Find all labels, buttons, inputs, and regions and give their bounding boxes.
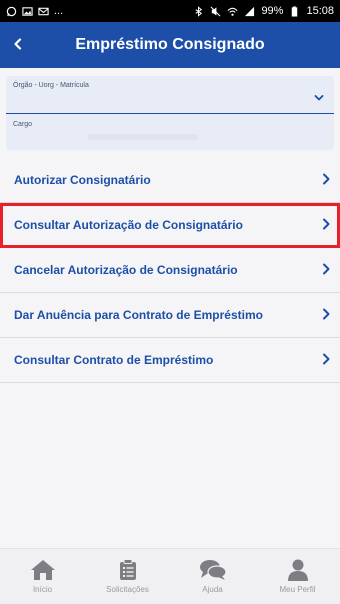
clock: 15:08 (306, 5, 334, 17)
back-button[interactable] (6, 32, 30, 56)
chat-icon (199, 560, 227, 580)
chevron-right-icon (323, 218, 330, 230)
chevron-down-icon (314, 95, 324, 101)
nav-label: Solicitações (106, 585, 149, 594)
battery-level: 99% (261, 5, 284, 17)
nav-ajuda[interactable]: Ajuda (173, 559, 253, 594)
chevron-right-icon (323, 173, 330, 185)
menu-list: Autorizar Consignatário Consultar Autori… (0, 158, 340, 383)
menu-item-dar-anuencia[interactable]: Dar Anuência para Contrato de Empréstimo (0, 293, 340, 338)
mail-icon (38, 7, 49, 15)
gallery-icon (22, 6, 33, 16)
chevron-right-icon (323, 353, 330, 365)
nav-label: Início (32, 585, 53, 594)
menu-item-label: Consultar Autorização de Consignatário (14, 218, 243, 232)
cargo-blurred-value (88, 134, 198, 140)
chevron-right-icon (323, 263, 330, 275)
nav-solicitacoes[interactable]: Solicitações (88, 559, 168, 594)
bluetooth-icon (195, 5, 203, 17)
battery-icon (292, 5, 298, 17)
cargo-field-label: Cargo (13, 121, 33, 128)
clipboard-icon (119, 559, 136, 580)
nav-meu-perfil[interactable]: Meu Perfil (258, 559, 338, 594)
orgao-field-label: Órgão - Uorg - Matrícula (13, 82, 89, 89)
menu-item-label: Dar Anuência para Contrato de Empréstimo (14, 308, 263, 322)
nav-label: Ajuda (202, 585, 223, 594)
menu-item-label: Autorizar Consignatário (14, 173, 151, 187)
status-right: 99% 15:08 (193, 5, 334, 17)
home-icon (30, 560, 55, 580)
filter-form: Órgão - Uorg - Matrícula Cargo (6, 76, 334, 150)
page-title: Empréstimo Consignado (75, 36, 265, 53)
menu-item-cancelar-autorizacao[interactable]: Cancelar Autorização de Consignatário (0, 248, 340, 293)
mute-icon (210, 6, 221, 16)
chevron-right-icon (323, 308, 330, 320)
bottom-nav: Início Solicitações Ajuda Meu Perfil (0, 548, 340, 604)
status-dots: ... (54, 5, 64, 17)
profile-icon (287, 559, 308, 581)
status-bar: ... 99% 15:08 (0, 0, 340, 22)
nav-label: Meu Perfil (279, 585, 316, 594)
nav-inicio[interactable]: Início (3, 559, 83, 594)
orgao-uorg-matricula-select[interactable]: Órgão - Uorg - Matrícula (6, 76, 334, 114)
whatsapp-icon (6, 6, 17, 16)
menu-item-label: Cancelar Autorização de Consignatário (14, 263, 238, 277)
wifi-icon (227, 7, 238, 16)
cargo-field: Cargo (6, 116, 334, 150)
back-chevron-icon (14, 38, 22, 50)
menu-item-autorizar-consignatario[interactable]: Autorizar Consignatário (0, 158, 340, 203)
status-left: ... (6, 5, 63, 17)
app-bar: Empréstimo Consignado (0, 22, 340, 68)
signal-icon (245, 6, 255, 16)
menu-item-consultar-autorizacao[interactable]: Consultar Autorização de Consignatário (0, 203, 340, 248)
menu-item-consultar-contrato[interactable]: Consultar Contrato de Empréstimo (0, 338, 340, 383)
menu-item-label: Consultar Contrato de Empréstimo (14, 353, 214, 367)
